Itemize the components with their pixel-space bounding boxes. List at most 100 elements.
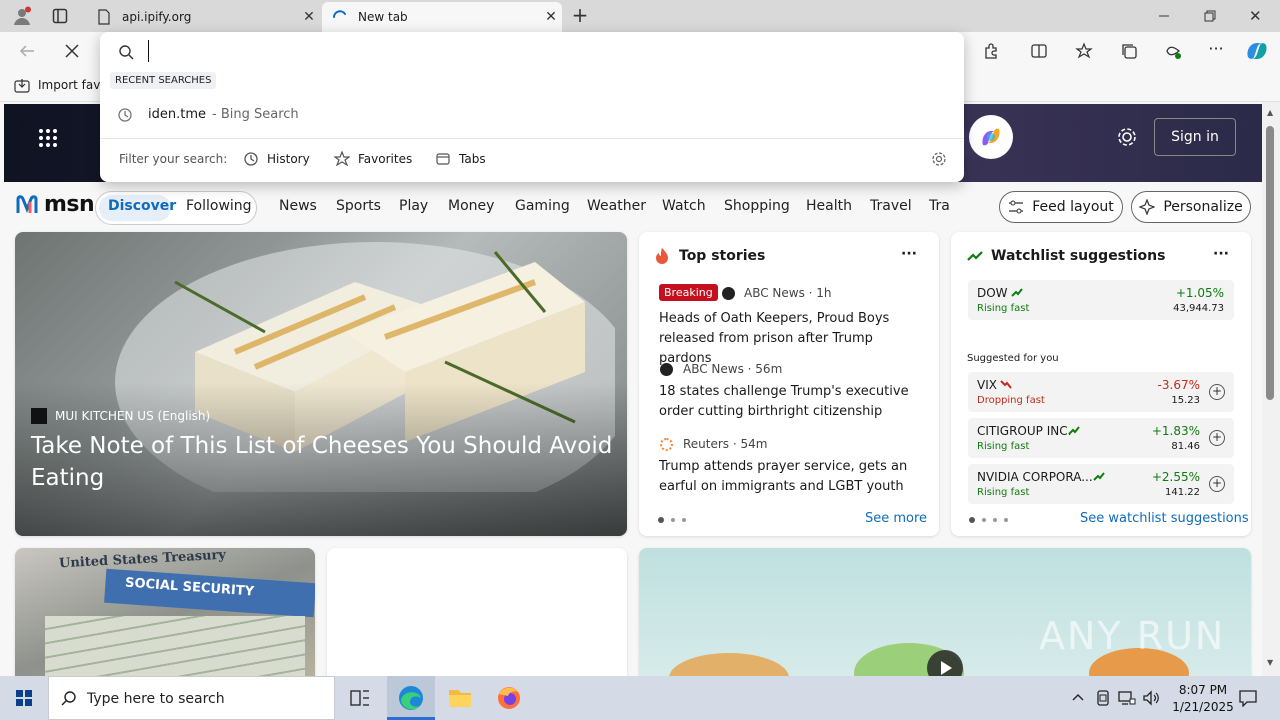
nav-weather[interactable]: Weather (587, 198, 646, 214)
sign-in-button[interactable]: Sign in (1154, 118, 1236, 156)
scroll-thumb[interactable] (1266, 126, 1274, 400)
filter-favorites[interactable]: Favorites (334, 151, 412, 167)
volume-icon[interactable] (1142, 690, 1160, 706)
close-tab-icon[interactable]: ✕ (298, 9, 320, 25)
nav-watch[interactable]: Watch (662, 198, 706, 214)
import-favorites-icon[interactable] (14, 78, 30, 94)
more-menu-icon[interactable]: ··· (1207, 41, 1225, 60)
add-to-watchlist-icon[interactable]: + (1209, 430, 1225, 446)
nav-sports[interactable]: Sports (336, 198, 381, 214)
collections-icon[interactable] (1120, 42, 1138, 60)
msn-logo[interactable]: msn (16, 190, 95, 218)
source-logo (31, 408, 47, 424)
see-more-link[interactable]: See more (865, 511, 927, 526)
stock-name: VIX (977, 378, 997, 392)
file-explorer-icon[interactable] (436, 676, 484, 720)
carousel-dots[interactable] (969, 517, 1008, 523)
profile-icon[interactable] (12, 6, 32, 26)
performance-icon[interactable] (1164, 42, 1182, 60)
start-button[interactable] (0, 676, 48, 720)
history-clock-icon (244, 152, 258, 166)
restore-icon[interactable] (1202, 8, 1218, 24)
page-scrollbar[interactable]: ▲ ▼ (1262, 102, 1280, 676)
stock-status: Rising fast (977, 441, 1030, 452)
notification-center-icon[interactable] (1239, 689, 1257, 707)
stock-status: Rising fast (977, 487, 1030, 498)
story-headline[interactable]: Heads of Oath Keepers, Proud Boys releas… (659, 309, 929, 369)
clock-time[interactable]: 8:07 PM (1166, 683, 1240, 697)
nav-play[interactable]: Play (399, 198, 428, 214)
add-to-watchlist-icon[interactable]: + (1209, 384, 1225, 400)
filter-history[interactable]: History (243, 151, 310, 167)
back-icon[interactable] (18, 42, 36, 60)
scroll-down-arrow[interactable]: ▼ (1267, 658, 1273, 667)
edge-taskbar-icon[interactable] (387, 676, 435, 720)
minimize-icon[interactable] (1156, 8, 1172, 24)
apps-grid-icon[interactable] (38, 128, 58, 148)
carousel-dots[interactable] (658, 517, 686, 523)
feed-layout-button[interactable]: Feed layout (999, 191, 1123, 223)
more-options-icon[interactable]: ··· (1213, 246, 1229, 262)
filter-tabs[interactable]: Tabs (435, 151, 486, 167)
tab-new-tab[interactable]: New tab ✕ (322, 2, 562, 32)
firefox-icon[interactable] (485, 676, 533, 720)
nav-traffic[interactable]: Tra (929, 198, 950, 214)
extensions-icon[interactable] (982, 42, 1000, 60)
blank-article-card[interactable] (327, 548, 627, 676)
new-tab-icon[interactable]: + (570, 5, 590, 26)
windows-taskbar: Type here to search 8:07 PM 1/21/2025 (0, 676, 1280, 720)
close-tab-icon[interactable]: ✕ (540, 9, 562, 25)
tab-actions-icon[interactable] (52, 8, 68, 24)
scroll-up-arrow[interactable]: ▲ (1267, 108, 1273, 117)
tab-discover-label[interactable]: Discover (108, 198, 176, 214)
show-hidden-icons[interactable] (1071, 690, 1085, 704)
hero-article-card[interactable]: MUI KITCHEN US (English) Take Note of Th… (15, 232, 627, 536)
search-settings-gear-icon[interactable] (931, 151, 947, 167)
task-view-icon[interactable] (350, 689, 370, 707)
story-headline[interactable]: 18 states challenge Trump's executive or… (659, 382, 929, 422)
stock-change: -3.67% (1157, 378, 1200, 392)
taskbar-search-box[interactable]: Type here to search (48, 676, 335, 720)
copilot-icon[interactable] (1244, 39, 1270, 63)
play-video-icon[interactable] (927, 650, 963, 676)
nav-gaming[interactable]: Gaming (515, 198, 570, 214)
nav-news[interactable]: News (279, 198, 317, 214)
personalize-button[interactable]: Personalize (1131, 191, 1251, 223)
recent-search-item[interactable]: iden.tme - Bing Search (148, 107, 299, 122)
stock-name: DOW (977, 286, 1008, 300)
settings-gear-icon[interactable] (1116, 126, 1138, 148)
story-source: ABC News · 56m (683, 362, 783, 376)
see-watchlist-link[interactable]: See watchlist suggestions (1080, 511, 1249, 526)
search-icon (118, 44, 134, 60)
clock-date[interactable]: 1/21/2025 (1166, 700, 1240, 714)
device-icon[interactable] (1096, 690, 1110, 706)
address-input[interactable] (148, 40, 938, 62)
nav-health[interactable]: Health (806, 198, 852, 214)
story-headline[interactable]: Trump attends prayer service, gets an ea… (659, 457, 929, 497)
add-to-watchlist-icon[interactable]: + (1209, 476, 1225, 492)
close-window-icon[interactable]: ✕ (1249, 7, 1265, 25)
favorites-star-icon[interactable] (1075, 42, 1093, 60)
copilot-icon[interactable] (969, 115, 1013, 159)
video-article-card[interactable]: ANY RUN (639, 548, 1251, 676)
filter-label: Filter your search: (119, 152, 228, 166)
network-icon[interactable] (1118, 690, 1136, 706)
stock-change: +2.55% (1151, 470, 1200, 484)
nav-travel[interactable]: Travel (870, 198, 912, 214)
split-screen-icon[interactable] (1030, 42, 1048, 60)
filter-tabs-label: Tabs (459, 152, 486, 166)
search-icon (61, 691, 77, 707)
tab-following[interactable]: Following (186, 198, 252, 214)
suggested-label: Suggested for you (967, 353, 1059, 364)
treasury-article-card[interactable]: United States Treasury SOCIAL SECURITY (15, 548, 315, 676)
stop-loading-icon[interactable] (63, 42, 81, 60)
address-bar-dropdown: RECENT SEARCHES iden.tme - Bing Search F… (100, 32, 964, 182)
import-favorites-link[interactable]: Import favo (38, 78, 108, 92)
msn-butterfly-icon (16, 195, 38, 214)
nav-shopping[interactable]: Shopping (724, 198, 790, 214)
nav-money[interactable]: Money (448, 198, 494, 214)
more-options-icon[interactable]: ··· (901, 246, 917, 262)
tab-api-ipify[interactable]: api.ipify.org ✕ (86, 2, 320, 32)
hero-headline[interactable]: Take Note of This List of Cheeses You Sh… (31, 430, 621, 494)
recent-query: iden.tme (148, 107, 206, 122)
